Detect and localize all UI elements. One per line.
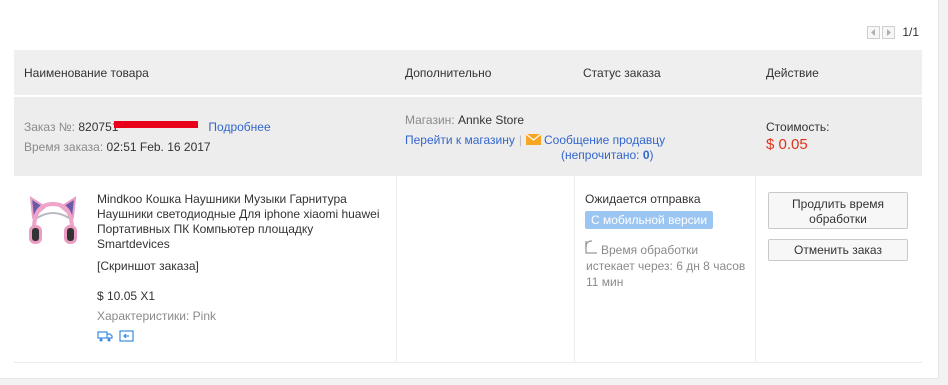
pager: 1/1 (867, 25, 919, 39)
order-number-value: 820751 (78, 120, 119, 134)
order-summary-bar: Заказ №: 820751 Подробнее Время заказа: 0… (14, 97, 922, 176)
order-number-label: Заказ №: (24, 120, 76, 134)
item-price: $ 10.05 X1 (97, 289, 156, 303)
item-service-icons (97, 330, 134, 342)
chevron-right-icon (887, 28, 892, 36)
header-extra: Дополнительно (405, 66, 492, 80)
column-divider (574, 176, 575, 363)
store-name: Annke Store (457, 113, 525, 127)
header-product: Наименование товара (24, 66, 149, 80)
column-divider (755, 176, 756, 363)
order-time-value: 02:51 Feb. 16 2017 (106, 140, 211, 154)
pager-next-button[interactable] (882, 25, 896, 39)
product-title[interactable]: Mindkoo Кошка Наушники Музыки Гарнитура … (97, 192, 382, 252)
extend-processing-button[interactable]: Продлить время обработки (768, 192, 908, 229)
header-action: Действие (766, 66, 819, 80)
orders-panel: 1/1 Наименование товара Дополнительно Ст… (0, 0, 939, 379)
header-status: Статус заказа (583, 66, 661, 80)
pager-text: 1/1 (902, 25, 919, 39)
unread-line: (непрочитано: 0) (561, 147, 654, 163)
message-seller-link[interactable]: Сообщение продавцу (544, 133, 665, 147)
item-characteristics: Характеристики: Pink (97, 309, 216, 323)
unread-count: 0 (642, 148, 650, 162)
order-status: Ожидается отправка (585, 192, 701, 206)
order-time-label: Время заказа: (24, 140, 104, 154)
cost-value: $ 0.05 (766, 136, 808, 153)
go-to-store-link[interactable]: Перейти к магазину (405, 133, 515, 147)
chevron-left-icon (871, 28, 876, 36)
pager-prev-button[interactable] (867, 25, 881, 39)
store-label: Магазин: (405, 113, 455, 127)
separator: | (518, 133, 522, 147)
order-details-link[interactable]: Подробнее (208, 120, 270, 134)
redaction-mark (114, 121, 198, 128)
row-divider (14, 362, 922, 363)
store-line: Магазин: Annke Store (405, 112, 524, 128)
unread-close: ) (649, 148, 654, 162)
cost-label: Стоимость: (766, 120, 830, 134)
processing-timer: Время обработки истекает через: 6 дн 8 ч… (586, 243, 746, 289)
column-divider (396, 176, 397, 363)
cancel-order-button[interactable]: Отменить заказ (768, 239, 908, 261)
mail-icon (525, 133, 542, 145)
table-header: Наименование товара Дополнительно Статус… (14, 50, 922, 95)
unread-label: (непрочитано: (561, 148, 643, 162)
order-time-line: Время заказа: 02:51 Feb. 16 2017 (24, 139, 211, 155)
delivery-truck-icon (97, 331, 113, 342)
mobile-version-badge: С мобильной версии (585, 211, 714, 229)
store-actions: Перейти к магазину | Сообщение продавцу (405, 132, 665, 148)
order-snapshot-link[interactable]: [Скриншот заказа] (97, 259, 199, 273)
product-thumbnail[interactable] (24, 193, 82, 253)
return-icon (119, 330, 134, 342)
